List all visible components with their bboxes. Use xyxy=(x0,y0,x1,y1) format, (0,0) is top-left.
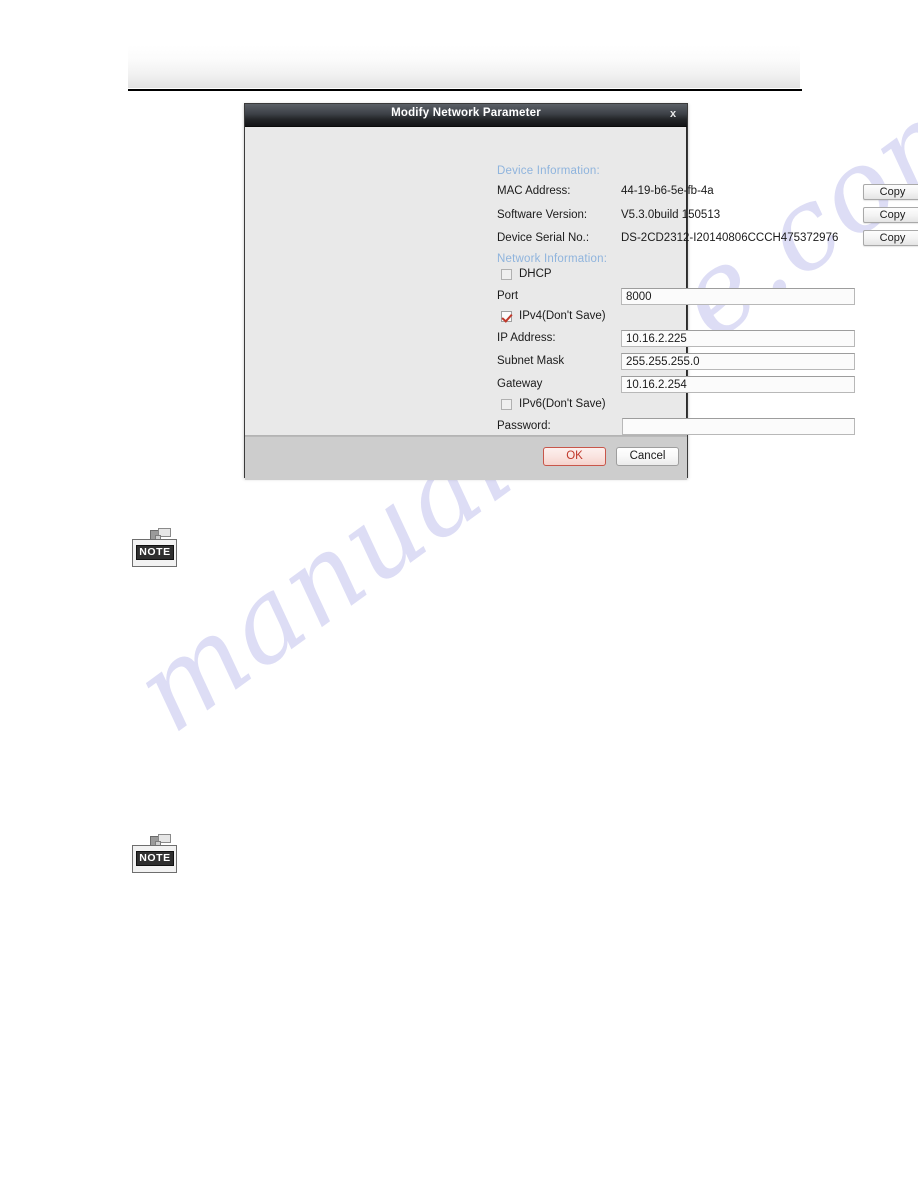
dialog-title: Modify Network Parameter xyxy=(391,107,541,119)
note-badge-label: NOTE xyxy=(136,851,174,866)
ip-address-input[interactable] xyxy=(621,330,855,347)
ipv4-label: IPv4(Don't Save) xyxy=(519,310,606,322)
dialog-titlebar: Modify Network Parameter x xyxy=(245,104,687,127)
modify-network-parameter-dialog: Modify Network Parameter x Device Inform… xyxy=(244,103,918,480)
ipv6-label: IPv6(Don't Save) xyxy=(519,398,606,410)
section-header-network-information: Network Information: xyxy=(497,253,608,265)
close-icon[interactable]: x xyxy=(667,108,679,121)
note-plate: NOTE xyxy=(132,539,177,567)
note-badge-label: NOTE xyxy=(136,545,174,560)
dialog-footer: OK Cancel xyxy=(245,435,687,480)
label-subnet-mask: Subnet Mask xyxy=(497,355,565,367)
page-header-band xyxy=(128,45,800,88)
dhcp-checkbox-row[interactable]: DHCP xyxy=(501,268,552,280)
note-plate: NOTE xyxy=(132,845,177,873)
label-password: Password: xyxy=(497,420,551,432)
label-software-version: Software Version: xyxy=(497,209,588,221)
ipv4-checkbox-row[interactable]: IPv4(Don't Save) xyxy=(501,310,606,322)
label-port: Port xyxy=(497,290,519,302)
copy-device-serial-no-button[interactable]: Copy xyxy=(863,230,918,246)
label-ip-address: IP Address: xyxy=(497,332,556,344)
page-header-rule xyxy=(128,89,802,91)
value-software-version: V5.3.0build 150513 xyxy=(621,209,721,221)
dialog-body: Device Information: MAC Address: 44-19-b… xyxy=(245,127,918,435)
dhcp-checkbox[interactable] xyxy=(501,268,512,280)
copy-mac-address-button[interactable]: Copy xyxy=(863,184,918,200)
label-gateway: Gateway xyxy=(497,378,543,390)
label-mac-address: MAC Address: xyxy=(497,185,571,197)
copy-software-version-button[interactable]: Copy xyxy=(863,207,918,223)
subnet-mask-input[interactable] xyxy=(621,353,855,370)
dhcp-label: DHCP xyxy=(519,268,552,280)
password-input[interactable] xyxy=(622,418,855,435)
note-icon-1: NOTE xyxy=(132,528,178,568)
note-icon-2: NOTE xyxy=(132,834,178,874)
gateway-input[interactable] xyxy=(621,376,855,393)
ipv6-checkbox[interactable] xyxy=(501,398,512,410)
value-mac-address: 44-19-b6-5e-fb-4a xyxy=(621,185,714,197)
ipv6-checkbox-row[interactable]: IPv6(Don't Save) xyxy=(501,398,606,410)
label-device-serial-no: Device Serial No.: xyxy=(497,232,590,244)
section-header-device-information: Device Information: xyxy=(497,165,600,177)
cancel-button[interactable]: Cancel xyxy=(616,447,679,466)
value-device-serial-no: DS-2CD2312-I20140806CCCH475372976 xyxy=(621,232,839,244)
ipv4-checkbox[interactable] xyxy=(501,310,512,322)
port-input[interactable] xyxy=(621,288,855,305)
ok-button[interactable]: OK xyxy=(543,447,606,466)
